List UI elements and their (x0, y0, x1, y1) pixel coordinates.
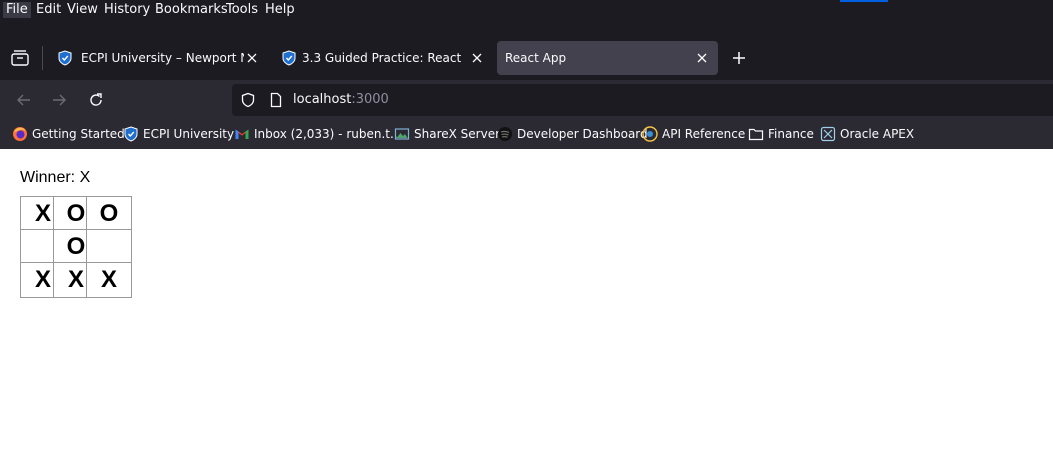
apex-icon (820, 126, 836, 142)
bookmark-label: Finance (768, 127, 814, 141)
back-icon[interactable] (16, 92, 32, 108)
board-square[interactable]: O (86, 196, 132, 232)
bookmark-sharex[interactable]: ShareX Server (394, 126, 500, 142)
menu-bookmarks[interactable]: Bookmarks (152, 2, 231, 18)
close-icon[interactable] (469, 50, 485, 66)
menu-edit[interactable]: Edit (33, 2, 64, 18)
bookmark-oracle-apex[interactable]: Oracle APEX (820, 126, 914, 142)
menu-view[interactable]: View (64, 2, 101, 18)
bookmark-api-reference[interactable]: API Reference (642, 126, 745, 142)
bookmark-label: ShareX Server (414, 127, 501, 141)
api-icon (642, 126, 658, 142)
firefox-icon (13, 127, 27, 141)
spotify-icon (498, 127, 512, 141)
navigation-toolbar: localhost:3000 (0, 80, 1053, 120)
url-text[interactable]: localhost:3000 (293, 92, 389, 108)
bookmark-label: API Reference (662, 127, 746, 141)
tab-guided-practice[interactable]: 3.3 Guided Practice: React Integration (269, 41, 491, 75)
board-square[interactable] (86, 229, 132, 265)
tracking-shield-icon[interactable] (240, 92, 256, 108)
shield-icon (124, 126, 138, 142)
tab-list-icon[interactable] (11, 50, 29, 66)
game-status: Winner: X (20, 169, 91, 186)
gmail-icon (235, 129, 249, 139)
bookmark-label: Getting Started (32, 127, 125, 141)
bookmark-label: ECPI University (143, 127, 235, 141)
tab-label: ECPI University – Newport News (81, 51, 244, 65)
bookmark-getting-started[interactable]: Getting Started (12, 126, 125, 142)
bookmark-ecpi-university[interactable]: ECPI University (123, 126, 234, 142)
bookmark-developer-dashboard[interactable]: Developer Dashboard (497, 126, 648, 142)
menu-tools[interactable]: Tools (223, 2, 261, 18)
bookmark-label: Developer Dashboard (517, 127, 648, 141)
url-bar[interactable]: localhost:3000 (232, 84, 1053, 116)
forward-icon[interactable] (51, 92, 67, 108)
tab-react-app[interactable]: React App (497, 41, 718, 75)
new-tab-icon[interactable] (731, 50, 747, 66)
menu-file[interactable]: File (3, 2, 31, 18)
close-icon[interactable] (244, 50, 260, 66)
bookmarks-toolbar: Getting Started ECPI University Inbox (2… (0, 120, 1053, 150)
bookmark-finance[interactable]: Finance (748, 126, 814, 142)
game-board: X O O O X X X (20, 196, 132, 298)
board-square[interactable]: X (86, 262, 132, 298)
bookmark-label: Inbox (2,033) - ruben.t... (254, 127, 402, 141)
bookmark-inbox[interactable]: Inbox (2,033) - ruben.t... (234, 126, 401, 142)
reload-icon[interactable] (88, 92, 104, 108)
url-port: :3000 (351, 92, 389, 107)
shield-icon (282, 50, 296, 66)
url-host: localhost (293, 92, 352, 107)
menu-bar: File Edit View History Bookmarks Tools H… (0, 0, 1053, 20)
image-icon (394, 128, 410, 140)
tab-ecpi-newport[interactable]: ECPI University – Newport News (45, 41, 265, 75)
folder-icon (748, 128, 764, 141)
tab-separator (42, 46, 43, 70)
tab-bar: ECPI University – Newport News 3.3 Guide… (0, 36, 1053, 80)
bookmark-label: Oracle APEX (840, 127, 915, 141)
menu-history[interactable]: History (101, 2, 153, 18)
shield-icon (58, 50, 72, 66)
browser-chrome: File Edit View History Bookmarks Tools H… (0, 0, 1053, 150)
menu-accent-bar (840, 0, 888, 2)
page-content: Winner: X X O O O X X X (0, 149, 1053, 455)
close-icon[interactable] (694, 50, 710, 66)
tab-label: React App (505, 51, 567, 65)
tab-label: 3.3 Guided Practice: React Integration (302, 51, 466, 65)
page-icon[interactable] (268, 92, 284, 108)
menu-help[interactable]: Help (262, 2, 298, 18)
